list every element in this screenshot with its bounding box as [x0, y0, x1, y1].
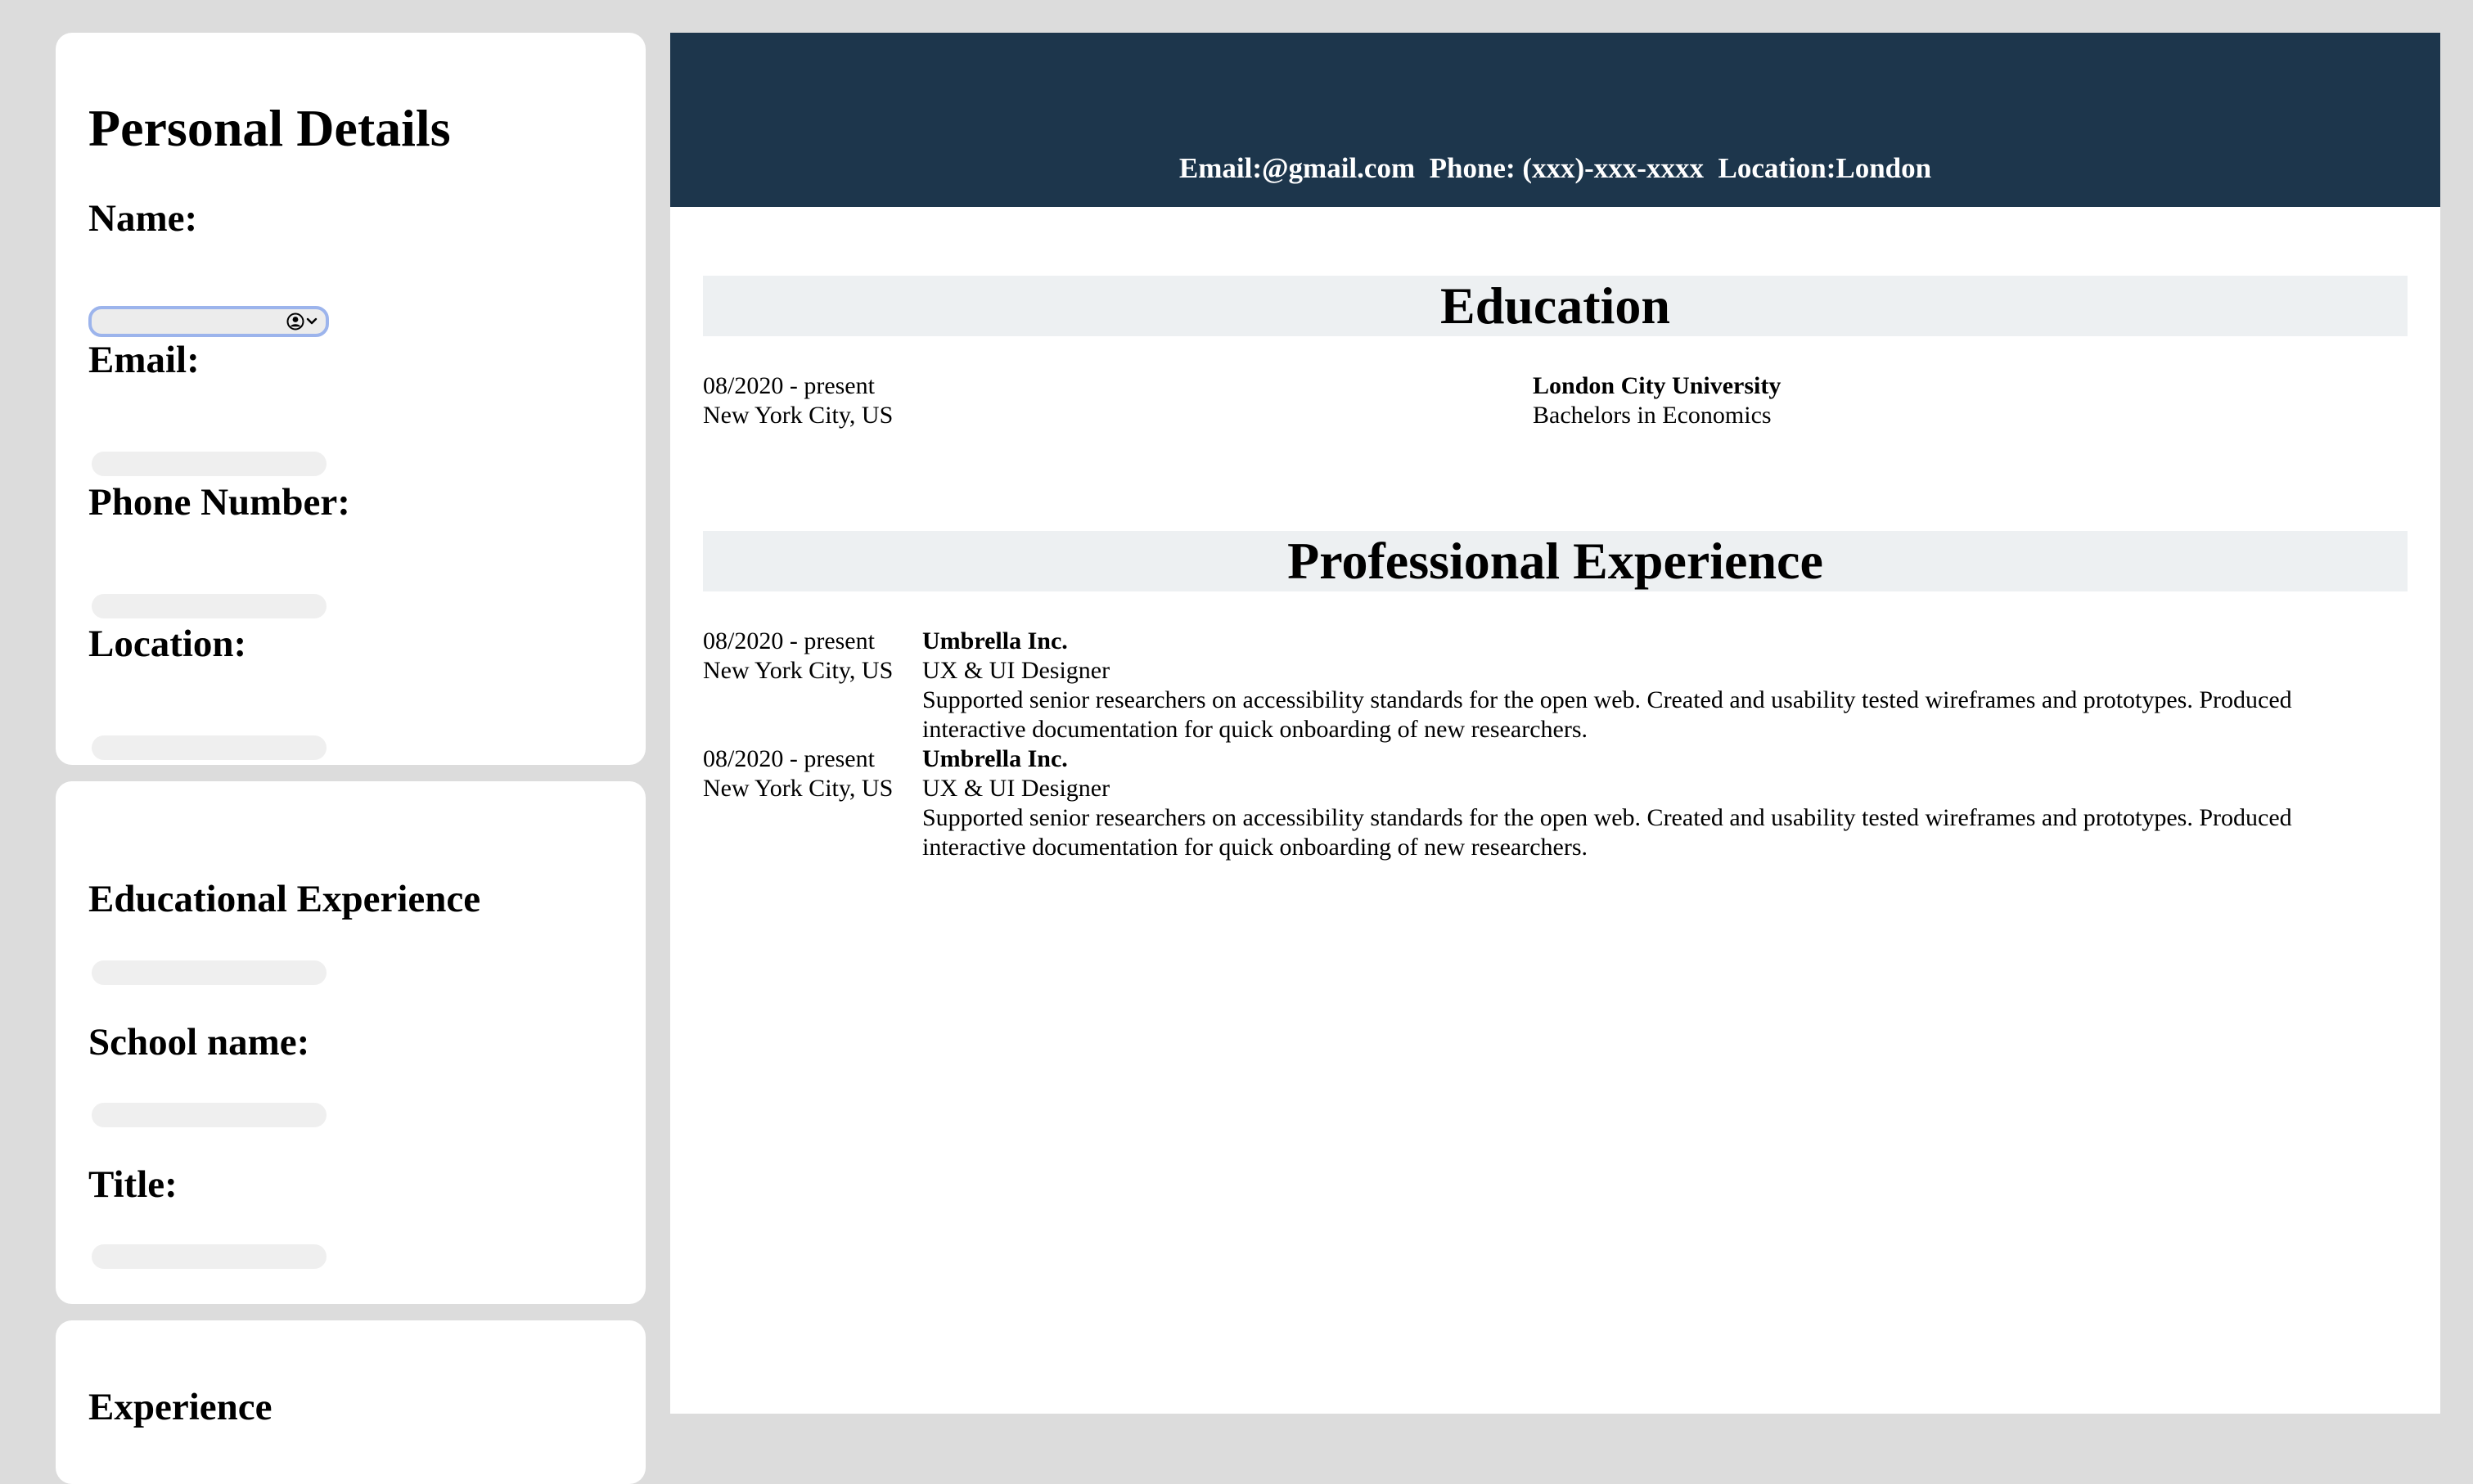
- location-input[interactable]: [92, 735, 327, 760]
- personal-details-card: Personal Details Name: Email: Phone Numb…: [56, 33, 646, 765]
- title-input[interactable]: [92, 1244, 327, 1269]
- experience-company: Umbrella Inc.: [922, 627, 1068, 654]
- location-label: Location:: [88, 623, 247, 665]
- education-card: Educational Experience School name: Titl…: [56, 781, 646, 1304]
- phone-input[interactable]: [92, 594, 327, 618]
- education-place: New York City, US: [703, 402, 894, 429]
- school-name-label: School name:: [88, 1021, 310, 1064]
- contact-email: Email:@gmail.com: [1178, 152, 1416, 184]
- experience-card: Experience: [56, 1320, 646, 1484]
- school-name-input[interactable]: [92, 1103, 327, 1127]
- email-label: Email:: [88, 339, 200, 381]
- experience-card-heading: Experience: [88, 1386, 273, 1428]
- phone-label: Phone Number:: [88, 481, 350, 524]
- contact-card-icon: [286, 313, 304, 331]
- resume-preview: Email:@gmail.com Phone: (xxx)-xxx-xxxx L…: [670, 33, 2440, 1414]
- education-card-heading: Educational Experience: [88, 878, 481, 920]
- education-school: London City University: [1533, 372, 1782, 399]
- experience-role: UX & UI Designer: [922, 657, 1110, 684]
- education-degree: Bachelors in Economics: [1533, 402, 1772, 429]
- experience-dates: 08/2020 - present: [703, 745, 875, 772]
- experience-dates: 08/2020 - present: [703, 627, 875, 654]
- experience-company: Umbrella Inc.: [922, 745, 1068, 772]
- experience-place: New York City, US: [703, 657, 894, 684]
- personal-details-heading: Personal Details: [88, 99, 451, 157]
- contact-phone: Phone: (xxx)-xxx-xxxx: [1429, 152, 1704, 184]
- title-label: Title:: [88, 1163, 178, 1206]
- experience-description: Supported senior researchers on accessib…: [922, 804, 2292, 861]
- education-input[interactable]: [92, 960, 327, 985]
- name-input[interactable]: [88, 306, 329, 337]
- experience-place: New York City, US: [703, 775, 894, 802]
- chevron-down-icon: [306, 317, 318, 325]
- autofill-badge[interactable]: [286, 313, 318, 331]
- contact-line: Email:@gmail.com Phone: (xxx)-xxx-xxxx L…: [670, 151, 2440, 187]
- resume-header: Email:@gmail.com Phone: (xxx)-xxx-xxxx L…: [670, 33, 2440, 207]
- contact-location: Location:London: [1718, 152, 1932, 184]
- education-section-heading: Education: [703, 276, 2408, 336]
- editor-panel: Personal Details Name: Email: Phone Numb…: [56, 33, 646, 1484]
- experience-section-heading: Professional Experience: [703, 531, 2408, 591]
- experience-description: Supported senior researchers on accessib…: [922, 686, 2292, 743]
- name-label: Name:: [88, 197, 198, 240]
- experience-role: UX & UI Designer: [922, 775, 1110, 802]
- education-dates: 08/2020 - present: [703, 372, 875, 399]
- email-input[interactable]: [92, 452, 327, 476]
